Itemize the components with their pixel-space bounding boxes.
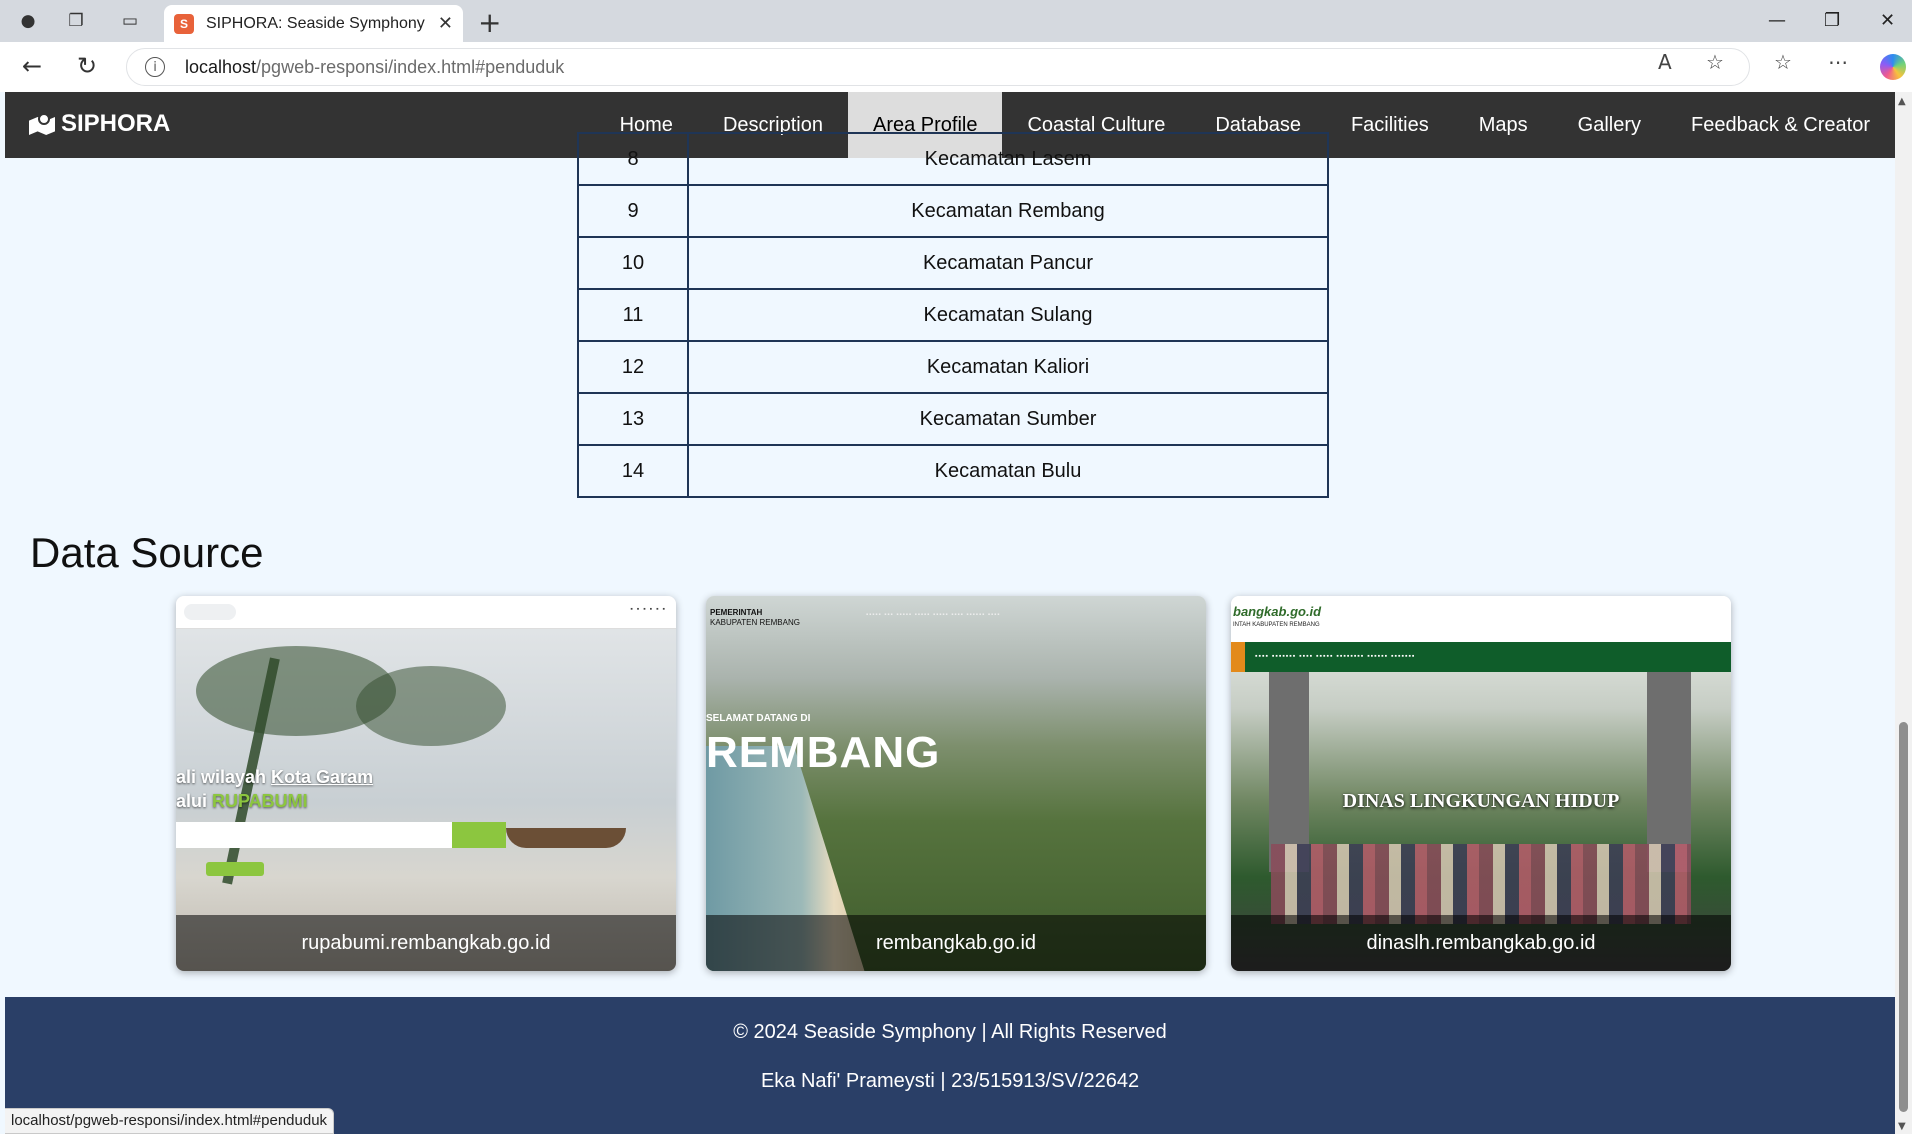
- tab-actions-icon[interactable]: ▭: [116, 8, 144, 34]
- site-info-icon[interactable]: i: [145, 57, 165, 77]
- district-name: Kecamatan Sulang: [687, 288, 1329, 342]
- nav-gallery[interactable]: Gallery: [1553, 92, 1666, 158]
- group-photo: [1271, 844, 1691, 924]
- map-location-icon: [29, 113, 55, 135]
- minimize-icon[interactable]: —: [1768, 10, 1786, 31]
- back-icon[interactable]: ←: [22, 52, 42, 80]
- scroll-up-icon[interactable]: ▲: [1898, 96, 1906, 107]
- screenshot-logo: bangkab.go.id: [1233, 604, 1322, 619]
- scroll-down-icon[interactable]: ▼: [1898, 1121, 1906, 1132]
- district-name: Kecamatan Bulu: [687, 444, 1329, 498]
- favorite-star-icon[interactable]: ☆: [1706, 50, 1724, 74]
- close-window-icon[interactable]: ✕: [1880, 10, 1895, 31]
- browser-toolbar: ← ↻ i localhost/pgweb-responsi/index.htm…: [0, 42, 1912, 92]
- district-name: Kecamatan Lasem: [687, 132, 1329, 186]
- search-icon: [184, 604, 236, 620]
- district-name: Kecamatan Rembang: [687, 184, 1329, 238]
- screenshot-menu: ▪▪▪▪▪ ▪▪▪ ▪▪▪▪▪ ▪▪▪▪▪ ▪▪▪▪▪ ▪▪▪▪ ▪▪▪▪▪▪ …: [866, 612, 1001, 618]
- screenshot-menu: ▪▪▪▪ ▪▪▪▪▪▪▪ ▪▪▪▪ ▪▪▪▪▪ ▪▪▪▪▪▪▪▪ ▪▪▪▪▪▪ …: [1255, 653, 1416, 660]
- footer-copyright: © 2024 Seaside Symphony | All Rights Res…: [733, 1021, 1167, 1043]
- data-source-heading: Data Source: [30, 529, 264, 576]
- district-number: 12: [577, 340, 689, 394]
- more-options-icon[interactable]: ⋯: [1828, 50, 1848, 74]
- gate-pillar: [1269, 672, 1309, 872]
- status-bar-url: localhost/pgweb-responsi/index.html#pend…: [5, 1108, 335, 1134]
- screenshot-welcome: SELAMAT DATANG DI: [706, 713, 811, 724]
- screenshot-header: ▪ ▪ ▪ ▪ ▪ ▪: [176, 596, 676, 629]
- data-source-card-rembangkab[interactable]: PEMERINTAH KABUPATEN REMBANG ▪▪▪▪▪ ▪▪▪ ▪…: [706, 596, 1206, 971]
- close-tab-icon[interactable]: ✕: [438, 13, 453, 34]
- district-name: Kecamatan Sumber: [687, 392, 1329, 446]
- screenshot-nav: ▪▪▪▪ ▪▪▪▪▪▪▪ ▪▪▪▪ ▪▪▪▪▪ ▪▪▪▪▪▪▪▪ ▪▪▪▪▪▪ …: [1231, 642, 1731, 672]
- district-name: Kecamatan Pancur: [687, 236, 1329, 290]
- profile-icon[interactable]: ●: [14, 8, 42, 34]
- tab-title: SIPHORA: Seaside Symphony Rembang: [206, 14, 430, 32]
- district-number: 11: [577, 288, 689, 342]
- card-caption[interactable]: rembangkab.go.id: [706, 915, 1206, 971]
- boat-image: [506, 828, 626, 848]
- browser-tab-bar: ● ❐ ▭ S SIPHORA: Seaside Symphony Remban…: [0, 0, 1912, 42]
- browser-tab-active[interactable]: S SIPHORA: Seaside Symphony Rembang ✕: [164, 5, 463, 42]
- screenshot-hero-text: DINAS LINGKUNGAN HIDUP: [1342, 790, 1620, 812]
- district-number: 8: [577, 132, 689, 186]
- reload-icon[interactable]: ↻: [77, 52, 97, 80]
- footer-author: Eka Nafi' Prameysti | 23/515913/SV/22642: [760, 1070, 1140, 1092]
- card-caption[interactable]: dinaslh.rembangkab.go.id: [1231, 915, 1731, 971]
- page-viewport: SIPHORA Home Description Area Profile Co…: [5, 92, 1895, 1134]
- district-number: 14: [577, 444, 689, 498]
- workspaces-icon[interactable]: ❐: [62, 8, 90, 34]
- screenshot-subtitle: INTAH KABUPATEN REMBANG: [1233, 622, 1320, 628]
- screenshot-org-name: PEMERINTAH KABUPATEN REMBANG: [710, 608, 800, 627]
- table-row: 11 Kecamatan Sulang: [577, 288, 1329, 342]
- brand-label: SIPHORA: [61, 110, 171, 137]
- screenshot-header: bangkab.go.id INTAH KABUPATEN REMBANG: [1231, 596, 1731, 642]
- site-favicon-icon: S: [174, 13, 194, 34]
- gate-pillar: [1647, 672, 1691, 872]
- district-number: 10: [577, 236, 689, 290]
- nav-facilities[interactable]: Facilities: [1326, 92, 1454, 158]
- restore-icon[interactable]: ❐: [1824, 10, 1840, 31]
- table-row: 10 Kecamatan Pancur: [577, 236, 1329, 290]
- address-bar[interactable]: i localhost/pgweb-responsi/index.html#pe…: [126, 48, 1750, 86]
- district-number: 13: [577, 392, 689, 446]
- card-caption[interactable]: rupabumi.rembangkab.go.id: [176, 915, 676, 971]
- table-row: 13 Kecamatan Sumber: [577, 392, 1329, 446]
- screenshot-accent: [1231, 642, 1245, 672]
- page-scrollbar[interactable]: ▲ ▼: [1895, 92, 1912, 1134]
- nav-maps[interactable]: Maps: [1454, 92, 1553, 158]
- district-name: Kecamatan Kaliori: [687, 340, 1329, 394]
- url-path: /pgweb-responsi/index.html#penduduk: [256, 56, 565, 77]
- districts-table: 8 Kecamatan Lasem 9 Kecamatan Rembang 10…: [577, 132, 1329, 498]
- scrollbar-thumb[interactable]: [1899, 722, 1908, 1112]
- site-brand[interactable]: SIPHORA: [29, 110, 170, 138]
- favorites-icon[interactable]: ☆: [1774, 50, 1792, 74]
- data-source-card-dinaslh[interactable]: bangkab.go.id INTAH KABUPATEN REMBANG ▪▪…: [1231, 596, 1731, 971]
- data-source-card-rupabumi[interactable]: ▪ ▪ ▪ ▪ ▪ ▪ ali wilayah Kota Garam alui …: [176, 596, 676, 971]
- table-row: 8 Kecamatan Lasem: [577, 132, 1329, 186]
- url-host: localhost: [185, 56, 257, 77]
- table-row: 12 Kecamatan Kaliori: [577, 340, 1329, 394]
- nav-feedback-creator[interactable]: Feedback & Creator: [1666, 92, 1895, 158]
- screenshot-search-button: [452, 822, 506, 848]
- district-number: 9: [577, 184, 689, 238]
- screenshot-pill-button: [206, 862, 264, 876]
- screenshot-menu: ▪ ▪ ▪ ▪ ▪ ▪: [630, 606, 666, 613]
- palm-leaves: [356, 666, 506, 746]
- copilot-icon[interactable]: [1880, 54, 1906, 80]
- read-aloud-icon[interactable]: A: [1658, 50, 1672, 74]
- screenshot-hero-text: REMBANG: [706, 728, 941, 777]
- screenshot-search-field: [176, 822, 452, 848]
- table-row: 14 Kecamatan Bulu: [577, 444, 1329, 498]
- table-row: 9 Kecamatan Rembang: [577, 184, 1329, 238]
- screenshot-hero-text: ali wilayah Kota Garam alui RUPABUMI: [176, 767, 374, 811]
- new-tab-icon[interactable]: +: [478, 6, 501, 39]
